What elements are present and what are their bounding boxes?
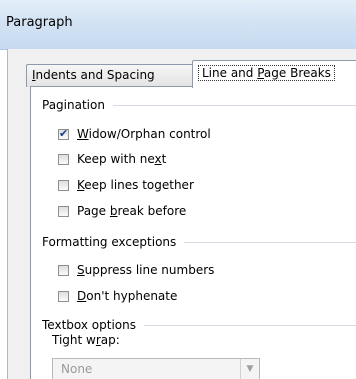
- checkbox-box[interactable]: [58, 179, 69, 191]
- focus-outline: Line and Page Breaks: [198, 65, 335, 81]
- checkbox-box[interactable]: [58, 264, 69, 276]
- textbox-options-heading: Textbox options: [42, 318, 136, 332]
- checkbox-label: Suppress line numbers: [77, 263, 215, 277]
- checkbox-label: Don't hyphenate: [77, 289, 178, 303]
- paragraph-dialog: Paragraph Indents and Spacing Line and P…: [0, 0, 356, 379]
- section-divider: [184, 241, 356, 243]
- tight-wrap-label: Tight wrap:: [52, 333, 120, 347]
- dialog-title: Paragraph: [6, 15, 73, 30]
- page-break-before-checkbox[interactable]: Page break before: [58, 202, 186, 220]
- title-bar[interactable]: Paragraph: [0, 0, 356, 50]
- widow-orphan-control-checkbox[interactable]: ✔ Widow/Orphan control: [58, 125, 211, 143]
- tight-wrap-value: None: [61, 362, 93, 376]
- checkbox-box[interactable]: [58, 153, 69, 165]
- section-divider: [143, 324, 356, 326]
- section-divider: [112, 104, 356, 106]
- checkbox-box[interactable]: ✔: [58, 126, 69, 140]
- textbox-options-group-header: Textbox options: [42, 317, 356, 333]
- pagination-group-header: Pagination: [42, 97, 356, 113]
- keep-lines-together-checkbox[interactable]: Keep lines together: [58, 176, 194, 194]
- dont-hyphenate-checkbox[interactable]: Don't hyphenate: [58, 287, 177, 305]
- tab-indents-and-spacing[interactable]: Indents and Spacing: [26, 64, 198, 87]
- suppress-line-numbers-checkbox[interactable]: Suppress line numbers: [58, 261, 214, 279]
- chevron-down-icon[interactable]: ▼: [240, 359, 259, 379]
- checkbox-box[interactable]: [58, 290, 69, 302]
- checkbox-label: Widow/Orphan control: [77, 127, 211, 141]
- checkbox-label: Keep with next: [77, 152, 167, 166]
- tab-line-and-page-breaks[interactable]: Line and Page Breaks: [192, 60, 356, 88]
- checkmark-icon: ✔: [59, 126, 69, 140]
- formatting-exceptions-heading: Formatting exceptions: [42, 235, 177, 249]
- checkbox-label: Page break before: [77, 204, 187, 218]
- pagination-heading: Pagination: [42, 98, 105, 112]
- checkbox-box[interactable]: [58, 205, 69, 217]
- keep-with-next-checkbox[interactable]: Keep with next: [58, 150, 166, 168]
- tight-wrap-dropdown[interactable]: None ▼: [52, 358, 260, 379]
- formatting-exceptions-group-header: Formatting exceptions: [42, 234, 356, 250]
- checkbox-label: Keep lines together: [77, 178, 194, 192]
